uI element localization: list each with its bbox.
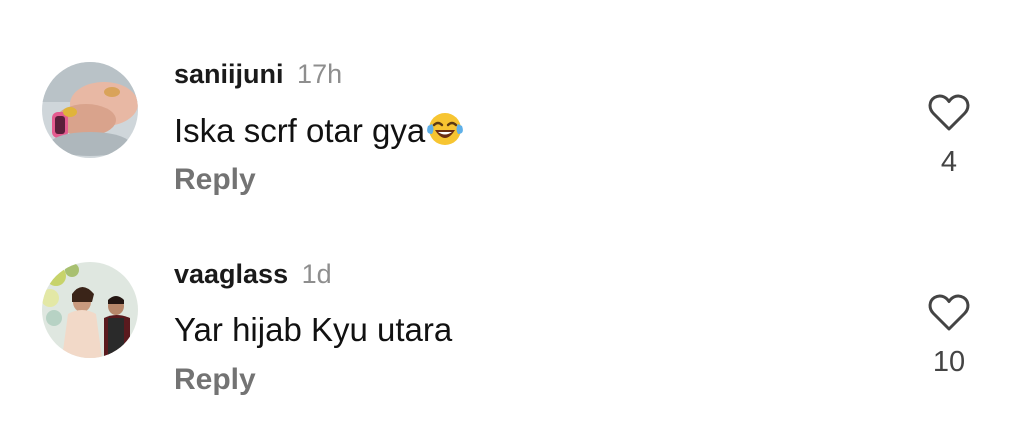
avatar-image [42, 262, 138, 358]
reply-button[interactable]: Reply [174, 362, 256, 398]
avatar-image [42, 62, 138, 158]
comment-text: Yar hijab Kyu utara [174, 310, 452, 350]
comment-item: vaaglass 1d Yar hijab Kyu utara Reply 10 [0, 200, 1024, 400]
heart-outline-icon[interactable] [927, 92, 971, 132]
like-control: 4 [920, 92, 978, 178]
username[interactable]: saniijuni [174, 59, 284, 89]
comment-text-body: Iska scrf otar gya [174, 112, 426, 149]
avatar[interactable] [42, 262, 138, 358]
heart-outline-icon[interactable] [927, 292, 971, 332]
comment-text-body: Yar hijab Kyu utara [174, 311, 453, 348]
comment-meta: saniijuni 17h [174, 58, 342, 90]
timestamp: 1d [301, 259, 332, 289]
comment-meta: vaaglass 1d [174, 258, 332, 290]
timestamp: 17h [297, 59, 343, 89]
reply-button[interactable]: Reply [174, 162, 256, 198]
like-count: 10 [932, 346, 966, 378]
face-with-tears-of-joy-icon [427, 113, 464, 145]
username[interactable]: vaaglass [174, 259, 288, 289]
like-count: 4 [940, 146, 958, 178]
comment-text: Iska scrf otar gya [174, 110, 464, 151]
comment-item: saniijuni 17h Iska scrf otar gya Reply 4 [0, 0, 1024, 200]
like-control: 10 [920, 292, 978, 378]
avatar[interactable] [42, 62, 138, 158]
